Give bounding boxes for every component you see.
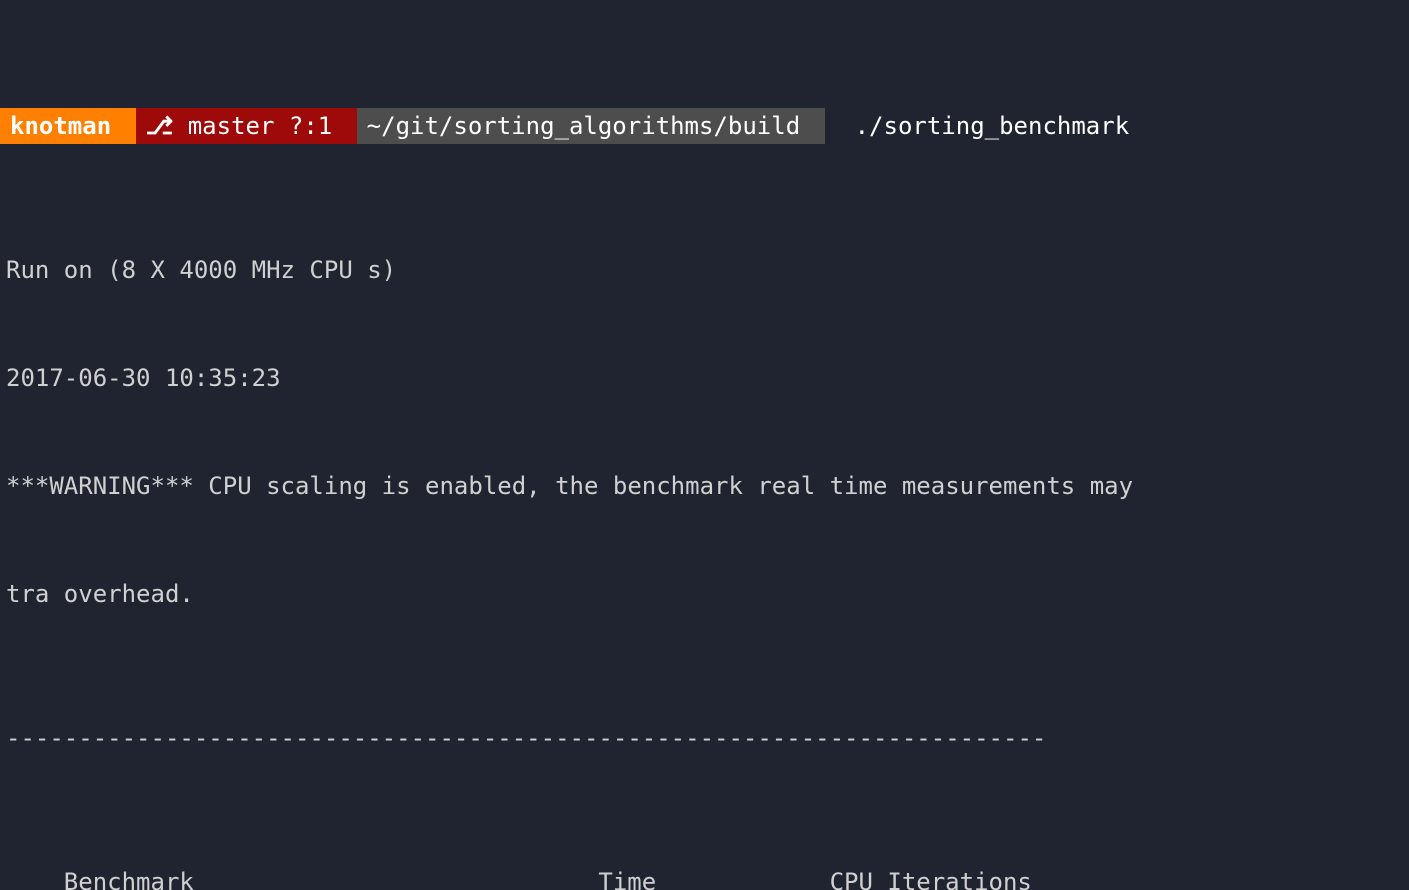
- shell-prompt: knotman ⎇ master ?:1 ~/git/sorting_algor…: [0, 108, 1409, 144]
- warning-line-1: ***WARNING*** CPU scaling is enabled, th…: [0, 468, 1409, 504]
- header-name: Benchmark: [64, 864, 483, 890]
- prompt-user: knotman: [0, 108, 136, 144]
- prompt-branch: ⎇ master ?:1: [136, 108, 357, 144]
- timestamp-line: 2017-06-30 10:35:23: [0, 360, 1409, 396]
- separator-top: ----------------------------------------…: [0, 720, 1409, 756]
- header-row: BenchmarkTime CPUIterations: [0, 828, 1409, 890]
- header-time: Time: [483, 864, 656, 890]
- prompt-command: ./sorting_benchmark: [845, 108, 1140, 144]
- warning-line-2: tra overhead.: [0, 576, 1409, 612]
- header-cpu: CPU: [700, 864, 873, 890]
- branch-icon: ⎇: [146, 108, 174, 144]
- prompt-cwd: ~/git/sorting_algorithms/build: [357, 108, 825, 144]
- run-on-line: Run on (8 X 4000 MHz CPU s): [0, 252, 1409, 288]
- terminal-window[interactable]: knotman ⎇ master ?:1 ~/git/sorting_algor…: [0, 0, 1409, 890]
- header-iter: Iterations: [873, 864, 1061, 890]
